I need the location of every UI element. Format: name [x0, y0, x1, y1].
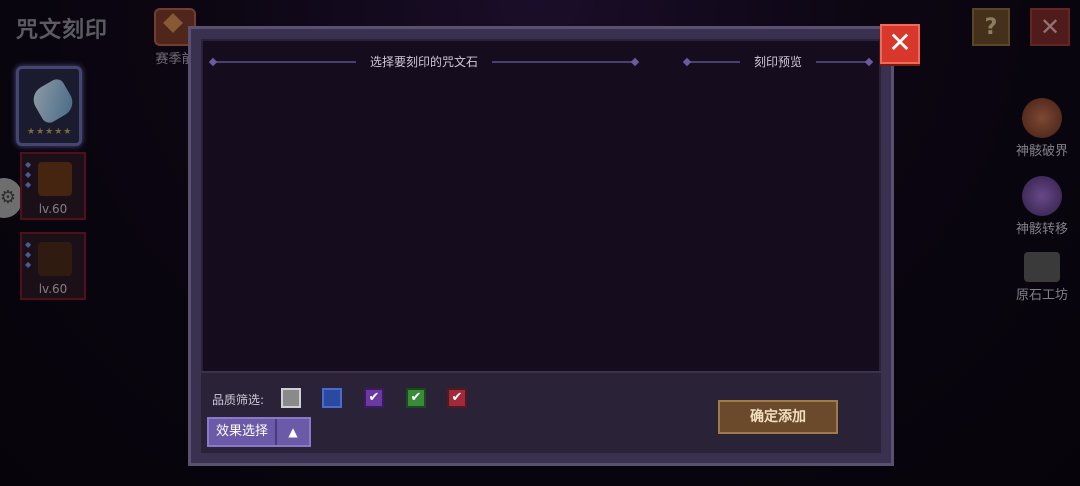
header-diamond-icon — [682, 57, 692, 66]
preview-title: 刻印预览 — [754, 55, 803, 69]
quality-filter-red[interactable]: ✔ — [447, 388, 467, 408]
quality-filter-green[interactable]: ✔ — [406, 388, 426, 408]
header-diamond-icon — [208, 57, 218, 66]
chevron-up-icon: ▲ — [288, 425, 298, 439]
check-icon: ✔ — [368, 390, 380, 405]
quality-filter-label: 品质筛选: — [212, 393, 265, 407]
header-diamond-icon — [864, 57, 874, 66]
confirm-add-button[interactable]: 确定添加 — [718, 400, 838, 434]
header-divider — [690, 60, 740, 63]
check-icon: ✔ — [451, 390, 463, 405]
effect-select-label: 效果选择 — [209, 419, 277, 445]
effect-select-dropdown[interactable]: 效果选择 ▲ — [207, 417, 311, 447]
rune-select-header: 选择要刻印的咒文石 — [208, 53, 640, 70]
preview-header: 刻印预览 — [682, 53, 874, 70]
check-icon: ✔ — [410, 390, 422, 405]
rune-select-title: 选择要刻印的咒文石 — [370, 55, 479, 69]
header-divider — [492, 60, 633, 63]
modal-close-button[interactable]: ✕ — [880, 24, 920, 64]
header-divider — [816, 60, 867, 63]
quality-filter-gray[interactable] — [281, 388, 301, 408]
quality-filter-purple[interactable]: ✔ — [364, 388, 384, 408]
quality-filter-blue[interactable] — [322, 388, 342, 408]
header-diamond-icon — [630, 57, 640, 66]
header-divider — [216, 60, 356, 63]
